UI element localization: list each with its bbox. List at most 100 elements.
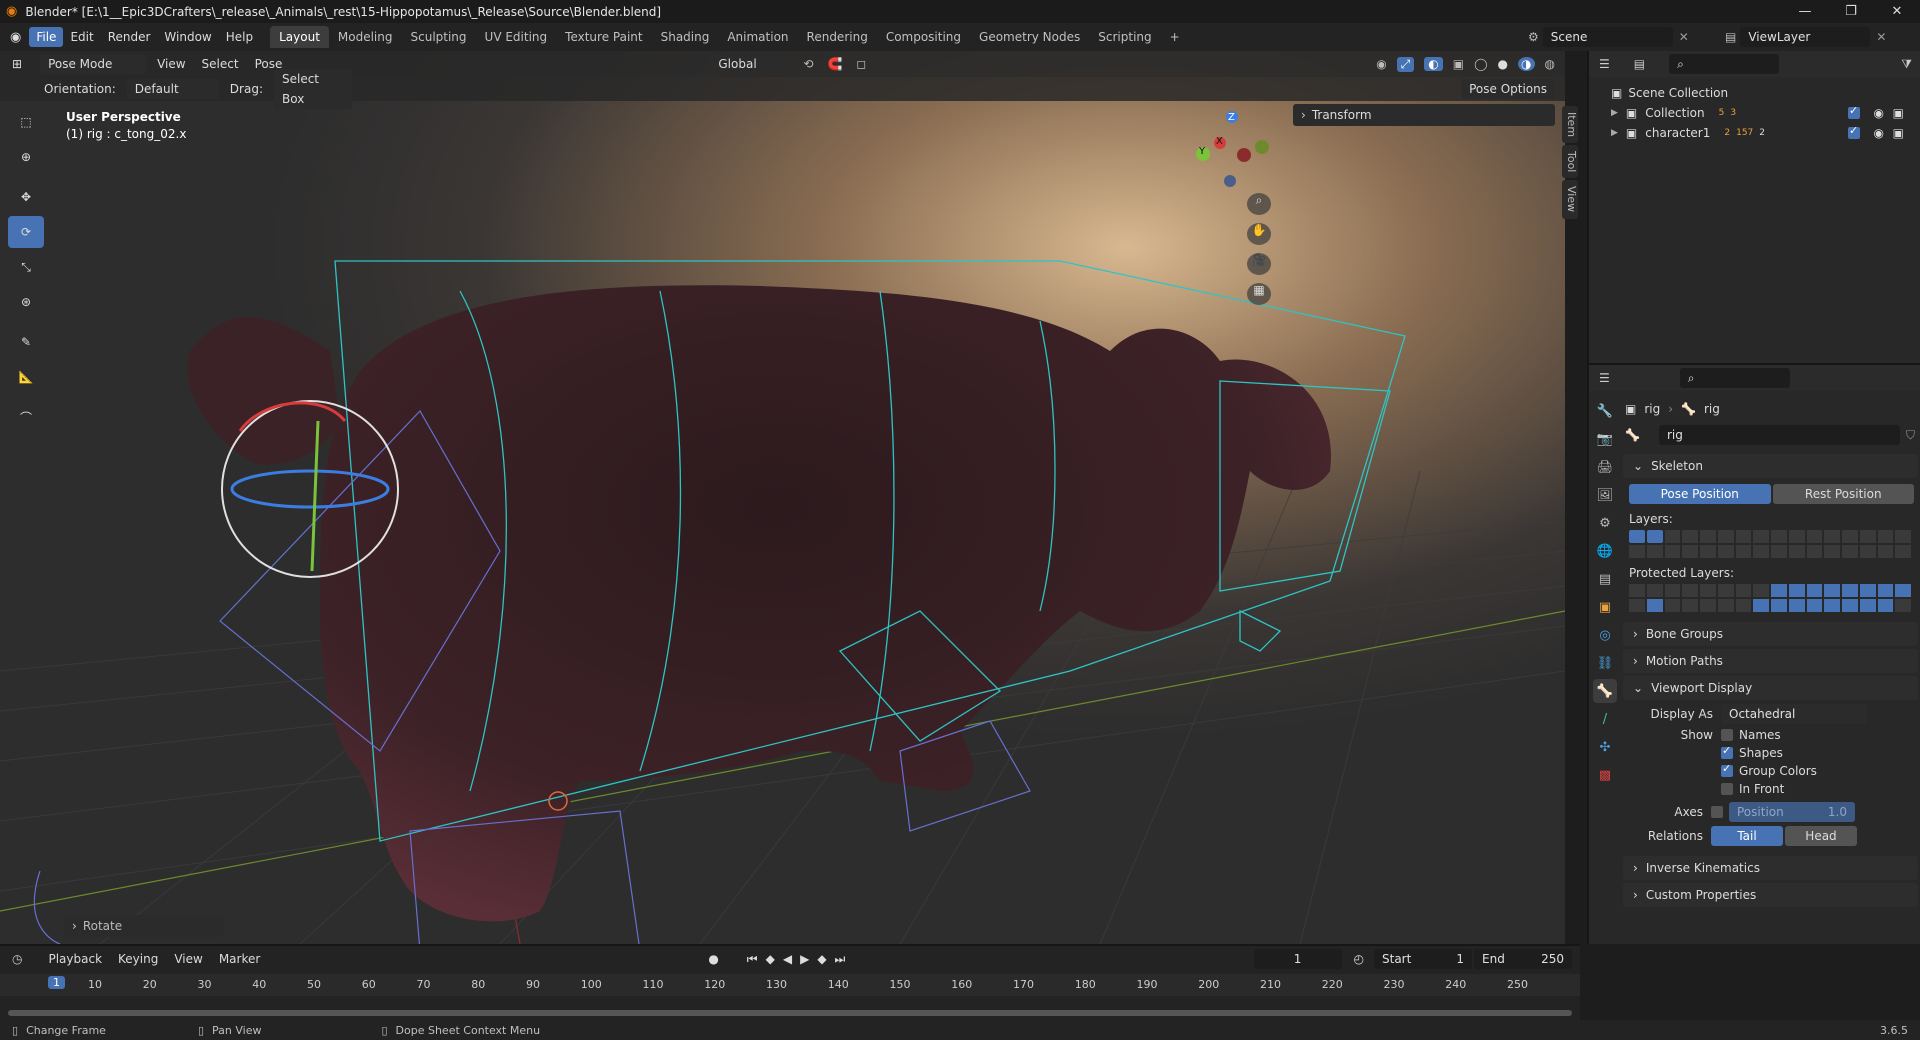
viewlayer-name[interactable]: ViewLayer [1740,27,1871,47]
menu-playback[interactable]: Playback [40,952,110,966]
mode-selector[interactable]: Pose Mode [40,54,147,74]
material-shading-icon[interactable]: ◑ [1518,57,1535,71]
end-frame-field[interactable]: End 250 [1474,949,1572,969]
visibility-icon[interactable]: ◉ [1376,57,1386,71]
inverse-kinematics-panel-header[interactable]: › Inverse Kinematics [1623,856,1918,880]
rendered-shading-icon[interactable]: ◍ [1545,57,1555,71]
exclude-checkbox[interactable] [1848,104,1860,119]
drag-dropdown[interactable]: Select Box [273,69,352,109]
outliner-search-input[interactable]: ⌕ [1669,54,1780,74]
select-tool-button[interactable]: ⬚ [8,106,44,138]
play-icon[interactable]: ▶ [800,952,809,966]
orientation-dropdown[interactable]: Default [126,79,219,99]
menu-timeline-view[interactable]: View [166,952,210,966]
properties-editor-icon[interactable]: ☰ [1599,371,1610,385]
blender-menu-icon[interactable]: ◉ [10,30,21,45]
display-mode-icon[interactable]: ▤ [1634,57,1645,71]
3d-viewport[interactable] [0,51,1565,944]
zoom-icon[interactable]: ⌕ [1247,193,1271,215]
eye-icon[interactable]: ◉ [1874,106,1884,120]
in-front-checkbox[interactable] [1721,783,1733,795]
tab-rendering[interactable]: Rendering [798,26,877,48]
next-keyframe-icon[interactable]: ◆ [817,952,826,966]
display-as-dropdown[interactable]: Octahedral [1721,704,1867,724]
tab-compositing[interactable]: Compositing [877,26,970,48]
outliner-row-character1[interactable]: ▶ ▣ character1 2 157 2 ◉ ▣ [1589,123,1920,143]
menu-render[interactable]: Render [101,27,158,47]
tab-layout[interactable]: Layout [270,26,329,48]
clock-icon[interactable]: ◴ [1354,952,1364,966]
skeleton-panel-header[interactable]: ⌄ Skeleton [1623,454,1918,478]
wireframe-shading-icon[interactable]: ◯ [1474,57,1487,71]
properties-search-input[interactable]: ⌕ [1679,368,1790,388]
scale-tool-button[interactable]: ⤡ [8,251,44,283]
snap-icon[interactable]: 🧲 [827,57,842,71]
playhead[interactable]: 1 [48,976,65,989]
close-button[interactable]: ✕ [1874,0,1920,23]
outliner-row-collection[interactable]: ▶ ▣ Collection 5 3 ◉ ▣ [1589,103,1920,123]
pose-options-dropdown[interactable]: Pose Options [1461,79,1555,99]
camera-icon[interactable]: 🎥 [1247,253,1271,275]
pan-hand-icon[interactable]: ✋ [1247,223,1271,245]
menu-help[interactable]: Help [219,27,260,47]
move-tool-button[interactable]: ✥ [8,181,44,213]
timeline-scrollbar[interactable] [8,1010,1572,1016]
cursor-tool-button[interactable]: ⊕ [8,141,44,173]
frame-ruler[interactable]: 1 10 20 30 40 50 60 70 80 90 100 110 120 130 140 150 16… [0,974,1580,996]
rotate-tool-button[interactable]: ⟳ [8,216,44,248]
viewport-display-panel-header[interactable]: ⌄ Viewport Display [1623,676,1918,700]
annotate-tool-button[interactable]: ✎ [8,326,44,358]
menu-window[interactable]: Window [157,27,218,47]
tab-tool[interactable]: Tool [1562,145,1578,179]
relations-tail-button[interactable]: Tail [1711,826,1783,846]
bone-groups-panel-header[interactable]: › Bone Groups [1623,622,1918,646]
gizmo-icon[interactable]: ⤢ [1396,56,1415,72]
group-colors-checkbox[interactable] [1721,762,1733,777]
menu-edit[interactable]: Edit [63,27,100,47]
tab-uv-editing[interactable]: UV Editing [476,26,557,48]
axes-checkbox[interactable] [1711,806,1723,818]
scene-collection-row[interactable]: ▣ Scene Collection [1589,83,1920,103]
tab-texture-paint[interactable]: Texture Paint [556,26,651,48]
expand-icon[interactable]: ▶ [1611,128,1618,138]
data-name-field[interactable]: rig [1659,425,1900,445]
scene-name[interactable]: Scene [1542,27,1673,47]
tab-geometry-nodes[interactable]: Geometry Nodes [970,26,1089,48]
render-tab-icon[interactable]: 📷 [1593,427,1617,451]
menu-file[interactable]: File [29,27,64,47]
menu-view[interactable]: View [149,57,193,71]
measure-tool-button[interactable]: 📐 [8,361,44,393]
close-viewlayer-icon[interactable]: ✕ [1876,30,1886,44]
menu-select[interactable]: Select [194,57,247,71]
outliner-editor-icon[interactable]: ☰ [1599,57,1610,71]
relations-head-button[interactable]: Head [1785,826,1857,846]
transform-tool-button[interactable]: ⊛ [8,286,44,318]
xray-icon[interactable]: ▣ [1453,57,1464,71]
play-reverse-icon[interactable]: ◀ [783,952,792,966]
transform-panel[interactable]: › Transform [1293,104,1555,126]
protected-layers-grid[interactable] [1629,584,1911,612]
camera-render-icon[interactable]: ▣ [1893,126,1904,140]
tool-tab-icon[interactable]: 🔧 [1593,399,1617,423]
layers-grid[interactable] [1629,530,1911,558]
timeline-editor-icon[interactable]: ◷ [12,952,22,966]
tab-sculpting[interactable]: Sculpting [402,26,476,48]
tab-view[interactable]: View [1562,180,1578,219]
editor-type-icon[interactable]: ⊞ [12,57,22,71]
close-scene-icon[interactable]: ✕ [1679,30,1689,44]
ortho-grid-icon[interactable]: ▦ [1247,283,1271,305]
tab-scripting[interactable]: Scripting [1089,26,1160,48]
eye-icon[interactable]: ◉ [1874,126,1884,140]
names-checkbox[interactable] [1721,729,1733,741]
last-operator-panel[interactable]: › Rotate [64,915,224,937]
tab-animation[interactable]: Animation [718,26,797,48]
prev-keyframe-icon[interactable]: ◆ [766,952,775,966]
menu-marker[interactable]: Marker [211,952,268,966]
tab-shading[interactable]: Shading [652,26,719,48]
filter-icon[interactable]: ⧩ [1901,57,1912,72]
expand-icon[interactable]: ▶ [1611,108,1618,118]
fake-user-icon[interactable]: ⛉ [1906,428,1915,443]
tab-modeling[interactable]: Modeling [329,26,402,48]
exclude-checkbox[interactable] [1848,124,1860,139]
menu-keying[interactable]: Keying [110,952,166,966]
